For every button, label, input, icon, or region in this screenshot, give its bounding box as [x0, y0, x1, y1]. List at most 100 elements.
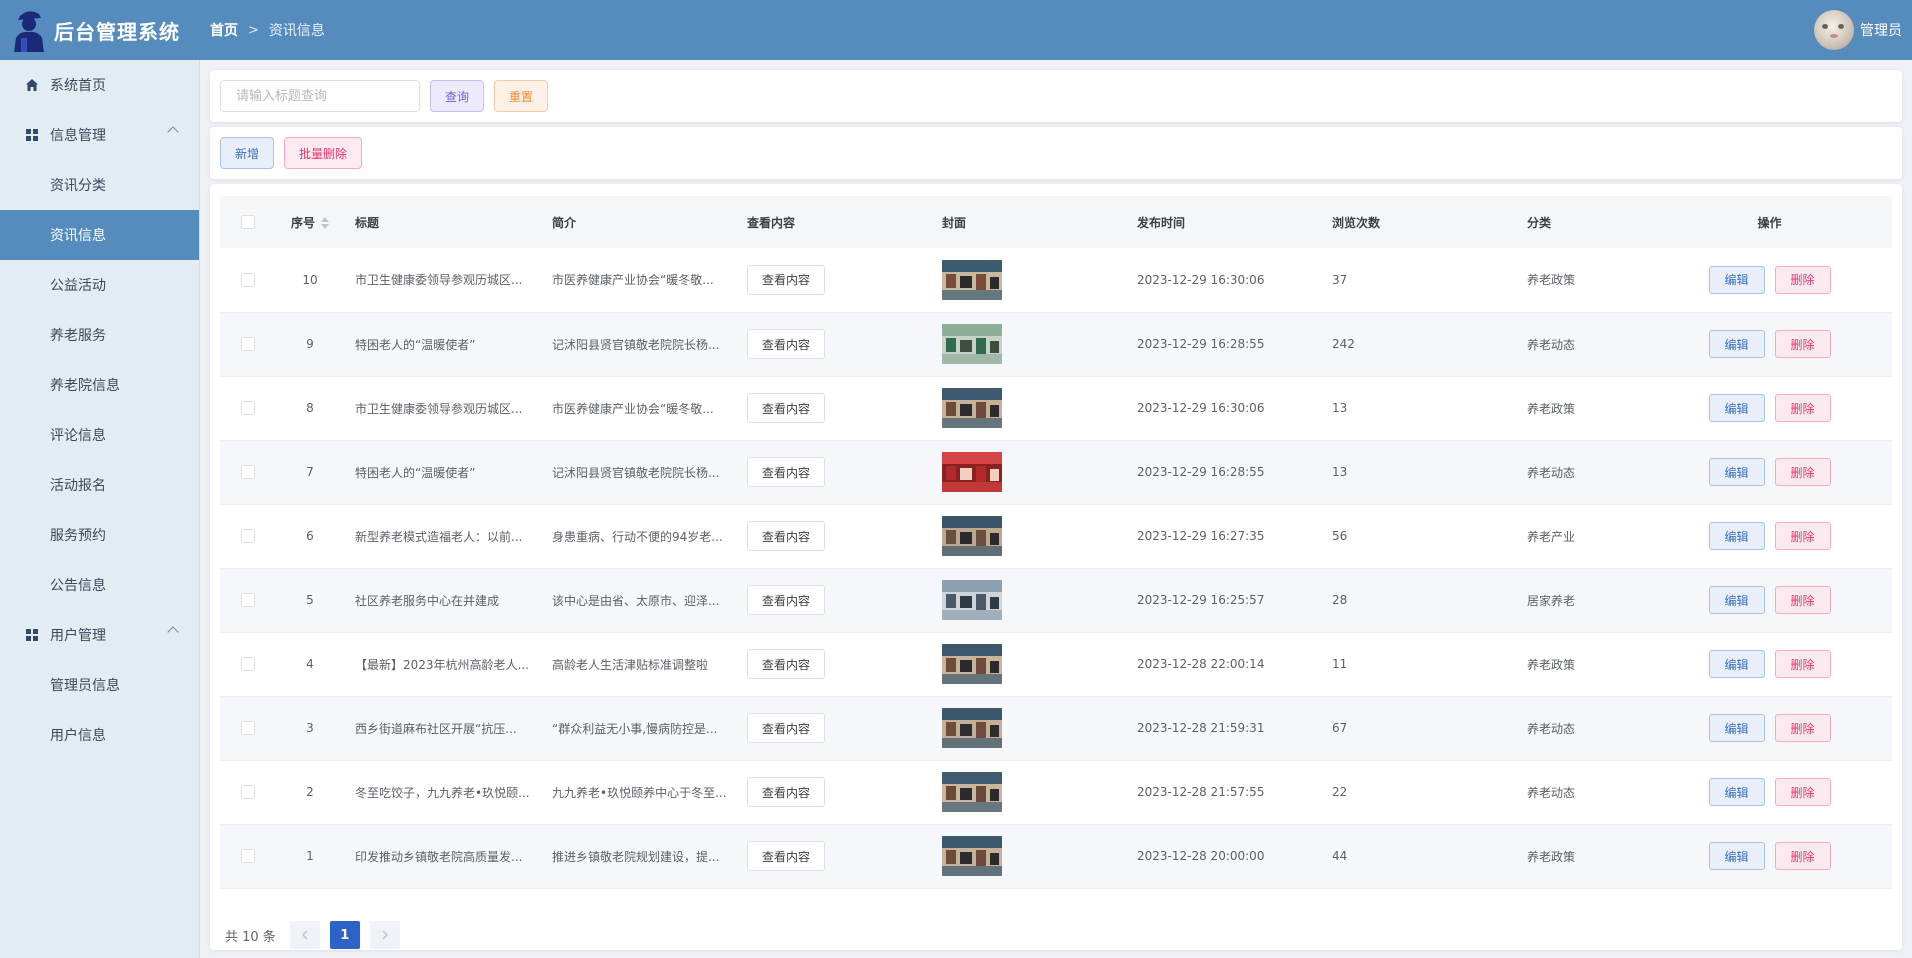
column-header-intro: 简介 [552, 215, 577, 230]
view-content-button[interactable]: 查看内容 [747, 393, 826, 423]
table-row[interactable]: 7 特困老人的“温暖使者” 记沭阳县贤官镇敬老院院长杨... 查看内容 2023… [220, 440, 1892, 504]
cover-image[interactable] [942, 259, 1002, 300]
edit-button[interactable]: 编辑 [1708, 714, 1765, 742]
delete-button[interactable]: 删除 [1774, 265, 1831, 294]
column-header-id[interactable]: 序号 [275, 196, 345, 248]
row-title: 西乡街道麻布社区开展“抗压... [355, 721, 517, 736]
row-checkbox[interactable] [240, 721, 255, 736]
row-views: 56 [1332, 529, 1348, 543]
table-row[interactable]: 3 西乡街道麻布社区开展“抗压... “群众利益无小事,慢病防控是... 查看内… [220, 696, 1892, 760]
delete-button[interactable]: 删除 [1774, 394, 1831, 422]
edit-button[interactable]: 编辑 [1708, 778, 1765, 806]
edit-button[interactable]: 编辑 [1708, 458, 1765, 486]
view-content-button[interactable]: 查看内容 [747, 264, 826, 295]
row-checkbox[interactable] [240, 401, 255, 416]
sidebar-item-signup[interactable]: 活动报名 [0, 460, 199, 510]
delete-button[interactable]: 删除 [1774, 650, 1831, 678]
sort-caret-icon[interactable] [321, 217, 329, 229]
user-menu[interactable]: 管理员 [1814, 10, 1902, 50]
delete-button[interactable]: 删除 [1774, 330, 1831, 358]
edit-button[interactable]: 编辑 [1708, 265, 1765, 294]
search-input[interactable] [220, 80, 420, 112]
row-checkbox[interactable] [240, 593, 255, 608]
delete-button[interactable]: 删除 [1774, 778, 1831, 806]
add-button[interactable]: 新增 [220, 137, 275, 169]
cover-image[interactable] [942, 708, 1002, 748]
row-publish-time: 2023-12-29 16:30:06 [1137, 272, 1265, 287]
cover-image[interactable] [942, 580, 1002, 620]
sidebar-item-users[interactable]: 用户信息 [0, 710, 199, 760]
row-checkbox[interactable] [240, 657, 255, 672]
row-checkbox[interactable] [240, 465, 255, 480]
view-content-button[interactable]: 查看内容 [747, 649, 826, 679]
sidebar-item-news-category[interactable]: 资讯分类 [0, 160, 199, 210]
breadcrumb-home[interactable]: 首页 [210, 20, 238, 40]
sidebar-item-home[interactable]: 系统首页 [0, 60, 199, 110]
row-checkbox[interactable] [240, 785, 255, 800]
row-cover-cell [932, 312, 1127, 376]
cover-image[interactable] [942, 324, 1002, 364]
row-title: 【最新】2023年杭州高龄老人... [355, 657, 529, 672]
avatar[interactable] [1814, 10, 1854, 50]
cover-image[interactable] [942, 836, 1002, 876]
sidebar-item-nursing-home[interactable]: 养老院信息 [0, 360, 199, 410]
cover-image[interactable] [942, 516, 1002, 556]
row-checkbox[interactable] [240, 273, 255, 287]
row-checkbox[interactable] [240, 529, 255, 544]
table-row[interactable]: 8 市卫生健康委领导参观历城区... 市医养健康产业协会“暖冬敬... 查看内容… [220, 376, 1892, 440]
cover-image[interactable] [942, 644, 1002, 684]
sidebar-item-charity[interactable]: 公益活动 [0, 260, 199, 310]
row-checkbox[interactable] [240, 337, 255, 352]
table-row[interactable]: 2 冬至吃饺子，九九养老•玖悦颐... 九九养老•玖悦颐养中心于冬至... 查看… [220, 760, 1892, 824]
sidebar-item-notice[interactable]: 公告信息 [0, 560, 199, 610]
view-content-button[interactable]: 查看内容 [747, 841, 826, 871]
delete-button[interactable]: 删除 [1774, 458, 1831, 486]
edit-button[interactable]: 编辑 [1708, 842, 1765, 870]
view-content-button[interactable]: 查看内容 [747, 777, 826, 807]
delete-button[interactable]: 删除 [1774, 842, 1831, 870]
sidebar-group-info[interactable]: 信息管理 [0, 110, 199, 160]
pagination: 共 10 条 1 [225, 921, 410, 949]
user-name[interactable]: 管理员 [1860, 20, 1902, 40]
table-row[interactable]: 1 印发推动乡镇敬老院高质量发... 推进乡镇敬老院规划建设，提... 查看内容… [220, 824, 1892, 888]
cover-image[interactable] [942, 772, 1002, 812]
prev-page-button[interactable] [289, 921, 320, 949]
edit-button[interactable]: 编辑 [1708, 650, 1765, 678]
edit-button[interactable]: 编辑 [1708, 522, 1765, 550]
table-row[interactable]: 10 市卫生健康委领导参观历城区... 市医养健康产业协会“暖冬敬... 查看内… [220, 248, 1892, 312]
sidebar-item-admin[interactable]: 管理员信息 [0, 660, 199, 710]
cover-image[interactable] [942, 452, 1002, 492]
table-row[interactable]: 4 【最新】2023年杭州高龄老人... 高龄老人生活津贴标准调整啦 查看内容 … [220, 632, 1892, 696]
sidebar-item-news-info[interactable]: 资讯信息 [0, 210, 199, 260]
next-page-button[interactable] [369, 921, 400, 949]
sidebar-item-elderly-service[interactable]: 养老服务 [0, 310, 199, 360]
delete-button[interactable]: 删除 [1774, 714, 1831, 742]
table-row[interactable]: 9 特困老人的“温暖使者” 记沭阳县贤官镇敬老院院长杨... 查看内容 2023… [220, 312, 1892, 376]
delete-button[interactable]: 删除 [1774, 586, 1831, 614]
edit-button[interactable]: 编辑 [1708, 394, 1765, 422]
edit-button[interactable]: 编辑 [1708, 586, 1765, 614]
view-content-button[interactable]: 查看内容 [747, 457, 826, 487]
batch-delete-button[interactable]: 批量删除 [284, 137, 363, 169]
row-category: 养老动态 [1527, 465, 1576, 480]
view-content-button[interactable]: 查看内容 [747, 521, 826, 551]
view-content-button[interactable]: 查看内容 [747, 713, 826, 743]
sidebar-group-user[interactable]: 用户管理 [0, 610, 199, 660]
view-content-button[interactable]: 查看内容 [747, 585, 826, 615]
row-checkbox[interactable] [240, 849, 255, 864]
query-button[interactable]: 查询 [430, 80, 485, 112]
sidebar-item-comments[interactable]: 评论信息 [0, 410, 199, 460]
sidebar-item-label: 系统首页 [50, 78, 106, 94]
table-row[interactable]: 5 社区养老服务中心在并建成 该中心是由省、太原市、迎泽... 查看内容 202… [220, 568, 1892, 632]
table-row[interactable]: 6 新型养老模式造福老人：以前... 身患重病、行动不便的94岁老... 查看内… [220, 504, 1892, 568]
row-intro: “群众利益无小事,慢病防控是... [552, 721, 718, 736]
cover-image[interactable] [942, 388, 1002, 428]
row-actions: 编辑 删除 [1647, 440, 1892, 504]
page-number[interactable]: 1 [329, 921, 360, 949]
edit-button[interactable]: 编辑 [1708, 330, 1765, 358]
reset-button[interactable]: 重置 [494, 80, 549, 112]
sidebar-item-booking[interactable]: 服务预约 [0, 510, 199, 560]
view-content-button[interactable]: 查看内容 [747, 329, 826, 359]
delete-button[interactable]: 删除 [1774, 522, 1831, 550]
select-all-checkbox[interactable] [240, 215, 255, 230]
